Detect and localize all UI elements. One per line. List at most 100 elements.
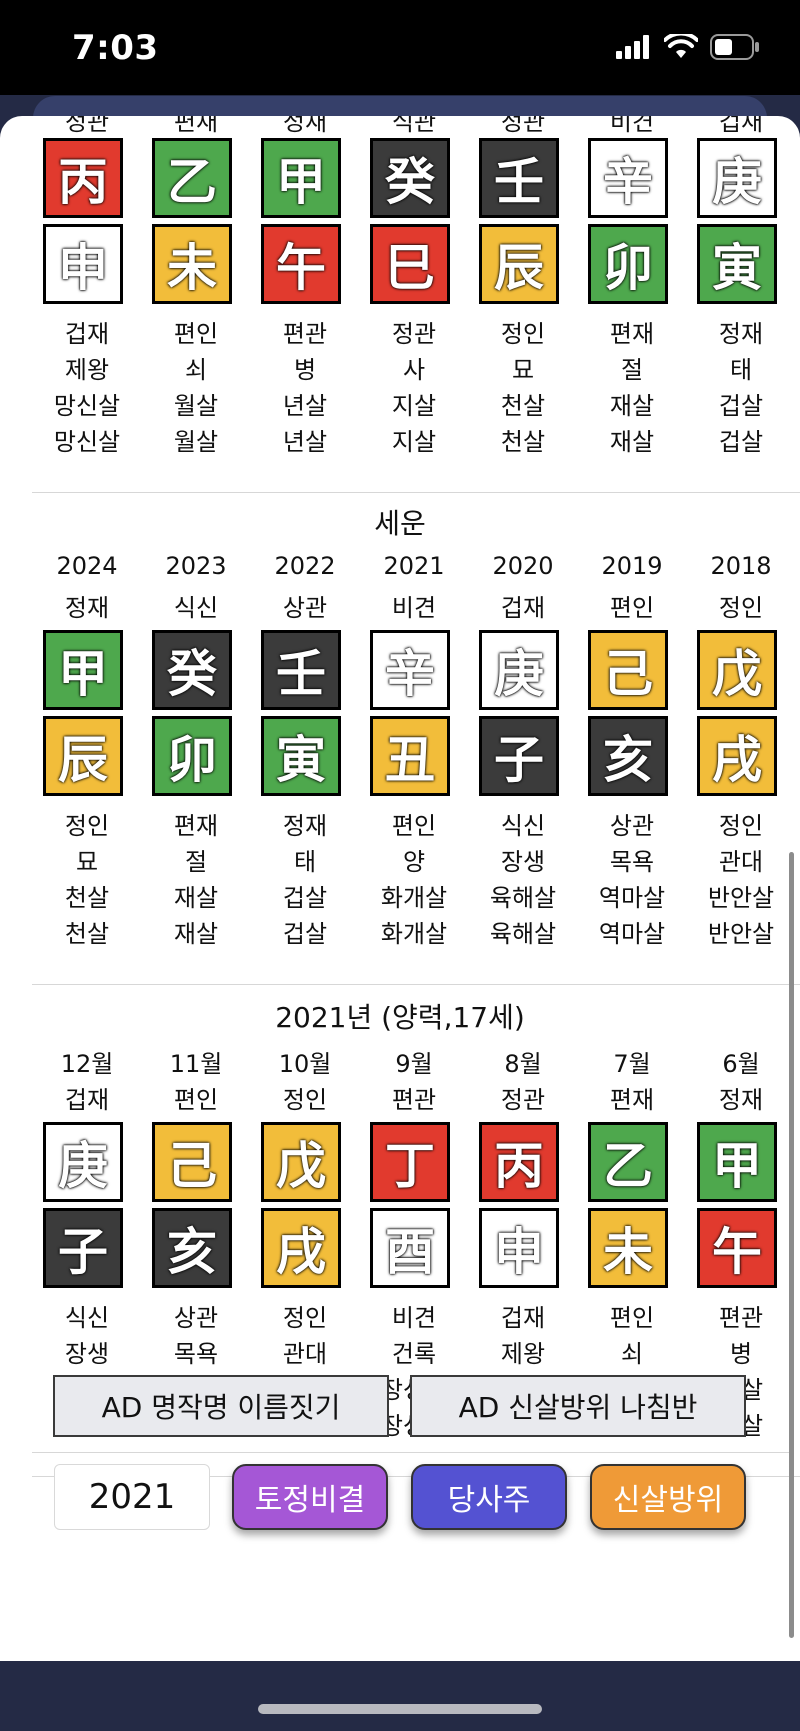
ten-god-label: 정재: [282, 812, 328, 840]
twelve-stage-label: 묘: [511, 356, 535, 384]
partial-top-label: 겁재: [718, 116, 764, 136]
sinsal-label: 월살: [173, 392, 219, 420]
sinsal-label: 천살: [500, 392, 546, 420]
sinsal-label: 년살: [282, 392, 328, 420]
ad-compass-button[interactable]: AD 신살방위 나침반: [410, 1375, 746, 1437]
ten-god-label: 정재: [64, 594, 110, 622]
twelve-stage-label: 병: [729, 1340, 753, 1368]
heavenly-stem-box: 戊: [697, 630, 777, 710]
ten-god-label: 상관: [609, 812, 655, 840]
month-label: 11월: [169, 1050, 223, 1078]
sinsal-label: 역마살: [598, 920, 666, 948]
partial-top-label: 정관: [500, 116, 546, 136]
heavenly-stem-box: 乙: [588, 1122, 668, 1202]
ten-god-label: 비견: [391, 1304, 437, 1332]
month-label: 10월: [278, 1050, 332, 1078]
ten-god-label: 편재: [173, 812, 219, 840]
ten-god-label: 편관: [718, 1304, 764, 1332]
year-label: 2024: [56, 552, 118, 580]
month-label: 7월: [613, 1050, 651, 1078]
scrollbar[interactable]: [789, 852, 794, 1638]
earthly-branch-box: 丑: [370, 716, 450, 796]
sinsal-label: 겁살: [718, 428, 764, 456]
sinsal-label: 천살: [500, 428, 546, 456]
year-label: 2023: [165, 552, 227, 580]
heavenly-stem-box: 甲: [261, 138, 341, 218]
ten-god-label: 정재: [718, 1086, 764, 1114]
sinsal-label: 육해살: [489, 884, 557, 912]
battery-icon: [710, 34, 759, 60]
sinsal-label: 화개살: [380, 884, 448, 912]
earthly-branch-box: 戌: [261, 1208, 341, 1288]
earthly-branch-box: 寅: [261, 716, 341, 796]
twelve-stage-label: 절: [620, 356, 644, 384]
status-bar: 7:03: [0, 0, 800, 110]
sinsal-label: 망신살: [53, 428, 121, 456]
heavenly-stem-box: 己: [152, 1122, 232, 1202]
twelve-stage-label: 목욕: [173, 1340, 219, 1368]
twelve-stage-label: 목욕: [609, 848, 655, 876]
sinsal-label: 화개살: [380, 920, 448, 948]
twelve-stage-label: 태: [729, 356, 753, 384]
heavenly-stem-box: 丙: [43, 138, 123, 218]
sinsal-label: 반안살: [707, 884, 775, 912]
heavenly-stem-box: 丙: [479, 1122, 559, 1202]
sinsal-label: 지살: [391, 428, 437, 456]
earthly-branch-box: 辰: [479, 224, 559, 304]
ten-god-label: 상관: [282, 594, 328, 622]
ten-god-label: 식신: [500, 812, 546, 840]
ten-god-label: 편인: [173, 320, 219, 348]
ten-god-label: 겁재: [64, 1086, 110, 1114]
earthly-branch-box: 子: [479, 716, 559, 796]
twelve-stage-label: 묘: [75, 848, 99, 876]
earthly-branch-box: 戌: [697, 716, 777, 796]
ad-name-button[interactable]: AD 명작명 이름짓기: [53, 1375, 389, 1437]
earthly-branch-box: 申: [479, 1208, 559, 1288]
heavenly-stem-box: 庚: [43, 1122, 123, 1202]
tojeong-button[interactable]: 토정비결: [232, 1464, 388, 1530]
ten-god-label: 식신: [173, 594, 219, 622]
twelve-stage-label: 장생: [64, 1340, 110, 1368]
year-input[interactable]: 2021: [54, 1464, 210, 1530]
ten-god-label: 비견: [391, 594, 437, 622]
month-label: 12월: [60, 1050, 114, 1078]
year-label: 2020: [492, 552, 554, 580]
ten-god-label: 정관: [500, 1086, 546, 1114]
sinsal-label: 망신살: [53, 392, 121, 420]
sinsal-label: 천살: [64, 884, 110, 912]
ten-god-label: 편재: [609, 1086, 655, 1114]
earthly-branch-box: 午: [697, 1208, 777, 1288]
earthly-branch-box: 亥: [588, 716, 668, 796]
ten-god-label: 편인: [609, 594, 655, 622]
sinsal-label: 겁살: [718, 392, 764, 420]
wifi-icon: [664, 34, 698, 58]
sinsal-label: 역마살: [598, 884, 666, 912]
heavenly-stem-box: 壬: [261, 630, 341, 710]
twelve-stage-label: 장생: [500, 848, 546, 876]
ten-god-label: 정인: [282, 1086, 328, 1114]
heavenly-stem-box: 戊: [261, 1122, 341, 1202]
twelve-stage-label: 양: [402, 848, 426, 876]
ten-god-label: 정인: [718, 812, 764, 840]
twelve-stage-label: 사: [402, 356, 426, 384]
ten-god-label: 정인: [500, 320, 546, 348]
earthly-branch-box: 酉: [370, 1208, 450, 1288]
ten-god-label: 정인: [282, 1304, 328, 1332]
ten-god-label: 상관: [173, 1304, 219, 1332]
sinsal-direction-button[interactable]: 신살방위: [590, 1464, 746, 1530]
sinsal-label: 재살: [609, 428, 655, 456]
twelve-stage-label: 병: [293, 356, 317, 384]
dangsaju-button[interactable]: 당사주: [411, 1464, 567, 1530]
sinsal-label: 겁살: [282, 884, 328, 912]
partial-top-label: 비견: [609, 116, 655, 136]
ten-god-label: 정재: [718, 320, 764, 348]
sinsal-label: 육해살: [489, 920, 557, 948]
ten-god-label: 편관: [282, 320, 328, 348]
twelve-stage-label: 관대: [718, 848, 764, 876]
twelve-stage-label: 쇠: [620, 1340, 644, 1368]
earthly-branch-box: 未: [152, 224, 232, 304]
heavenly-stem-box: 丁: [370, 1122, 450, 1202]
heavenly-stem-box: 甲: [43, 630, 123, 710]
heavenly-stem-box: 己: [588, 630, 668, 710]
heavenly-stem-box: 庚: [479, 630, 559, 710]
